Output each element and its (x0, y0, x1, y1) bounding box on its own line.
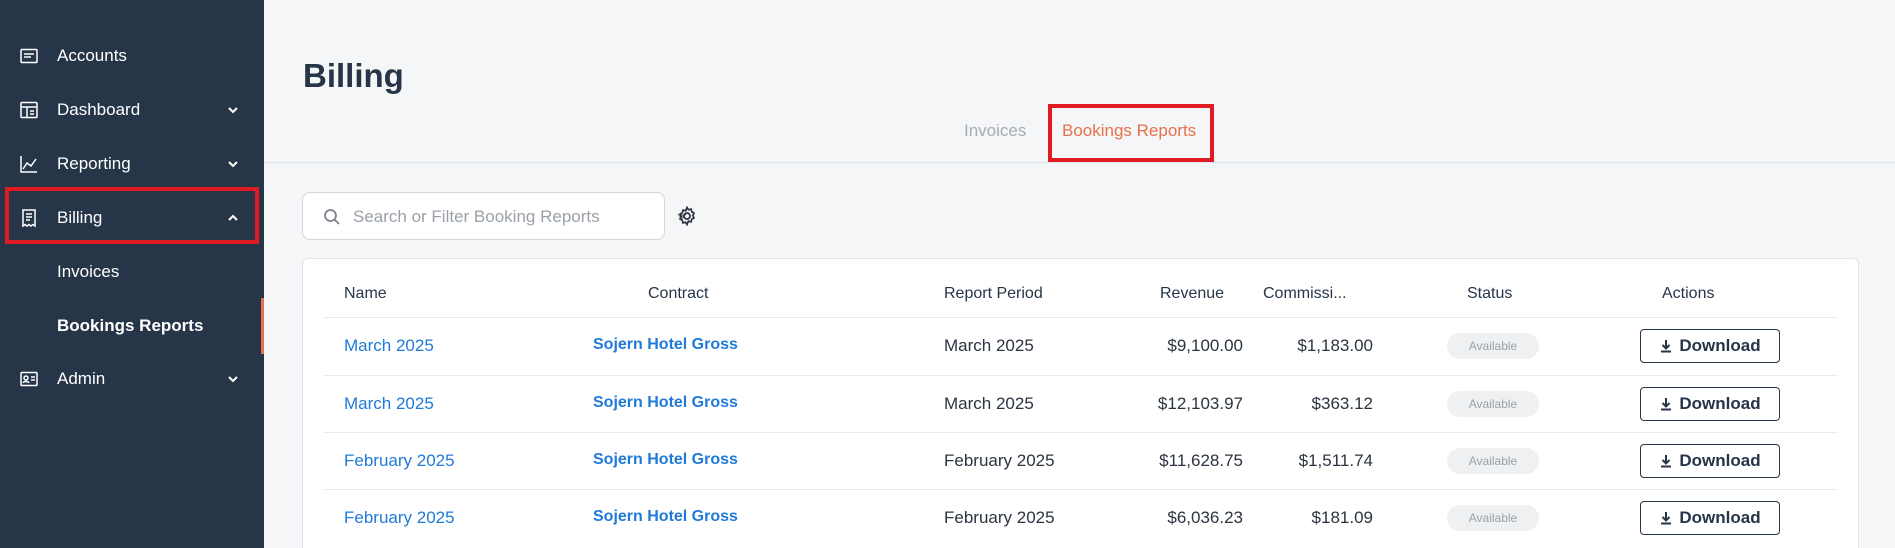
sidebar-item-accounts[interactable]: Accounts (0, 29, 264, 83)
chevron-up-icon[interactable] (226, 211, 240, 225)
download-icon (1661, 455, 1672, 468)
chevron-down-icon[interactable] (226, 103, 240, 117)
sidebar-item-reporting[interactable]: Reporting (0, 137, 264, 191)
divider (264, 162, 1895, 163)
sidebar-subitem-bookings-reports[interactable]: Bookings Reports (0, 302, 264, 350)
chevron-down-icon[interactable] (226, 372, 240, 386)
commission-value: $1,183.00 (1297, 336, 1373, 355)
report-period: February 2025 (944, 508, 1055, 527)
report-name-link[interactable]: March 2025 (344, 336, 434, 356)
sidebar-item-label: Dashboard (57, 100, 141, 119)
tab-invoices[interactable]: Invoices (964, 121, 1026, 141)
download-icon (1661, 340, 1672, 353)
search-input[interactable]: Search or Filter Booking Reports (302, 192, 687, 240)
commission-value: $181.09 (1311, 508, 1373, 527)
chevron-down-icon[interactable] (226, 157, 240, 171)
table-row: March 2025 Sojern Hotel Gross March 2025… (323, 375, 1838, 432)
download-label: Download (1679, 394, 1761, 413)
contract-link[interactable]: Sojern Hotel Gross (593, 451, 738, 469)
column-header-status[interactable]: Status (1467, 285, 1512, 303)
gear-icon[interactable] (677, 205, 697, 227)
sidebar-item-label: Admin (57, 369, 106, 388)
status-badge: Available (1447, 333, 1539, 359)
column-header-actions: Actions (1662, 285, 1715, 302)
table-row: February 2025 Sojern Hotel Gross Februar… (323, 489, 1838, 546)
download-icon (1661, 512, 1672, 525)
admin-icon (19, 369, 39, 389)
tab-bookings-reports[interactable]: Bookings Reports (1062, 121, 1196, 141)
column-header-revenue[interactable]: Revenue (1160, 285, 1224, 303)
sidebar-subitem-label: Bookings Reports (57, 316, 204, 335)
bookings-table: Name Contract Report Period Revenue Comm… (302, 258, 1859, 548)
download-button[interactable]: Download (1640, 501, 1780, 535)
column-header-name[interactable]: Name (344, 285, 387, 303)
contract-link[interactable]: Sojern Hotel Gross (593, 394, 738, 412)
contract-link[interactable]: Sojern Hotel Gross (593, 508, 738, 526)
sidebar-item-billing[interactable]: Billing (0, 191, 264, 245)
sidebar-item-dashboard[interactable]: Dashboard (0, 83, 264, 137)
commission-value: $1,511.74 (1298, 451, 1373, 470)
column-header-report-period[interactable]: Report Period (944, 285, 1043, 303)
contract-link[interactable]: Sojern Hotel Gross (593, 336, 738, 354)
status-badge: Available (1447, 448, 1539, 474)
revenue-value: $9,100.00 (1167, 336, 1243, 355)
accounts-icon (19, 46, 39, 66)
report-period: February 2025 (944, 451, 1055, 470)
column-header-commission[interactable]: Commissi... (1263, 285, 1347, 303)
commission-value: $363.12 (1311, 394, 1373, 413)
report-name-link[interactable]: February 2025 (344, 451, 455, 471)
column-header-contract[interactable]: Contract (648, 285, 708, 303)
report-period: March 2025 (944, 394, 1034, 413)
sidebar-item-label: Reporting (57, 154, 131, 173)
search-icon (323, 208, 341, 226)
report-name-link[interactable]: February 2025 (344, 508, 455, 528)
status-badge: Available (1447, 391, 1539, 417)
revenue-value: $6,036.23 (1167, 508, 1243, 527)
download-icon (1661, 398, 1672, 411)
table-row: March 2025 Sojern Hotel Gross March 2025… (323, 317, 1838, 374)
download-label: Download (1679, 508, 1761, 527)
sidebar-item-label: Billing (57, 208, 103, 227)
main-content: Billing Invoices Bookings Reports Search… (264, 0, 1895, 548)
reporting-icon (19, 154, 39, 174)
sidebar-subitem-invoices[interactable]: Invoices (0, 248, 264, 296)
revenue-value: $12,103.97 (1157, 394, 1243, 413)
report-period: March 2025 (944, 336, 1034, 355)
download-label: Download (1679, 336, 1761, 355)
status-badge: Available (1447, 505, 1539, 531)
download-button[interactable]: Download (1640, 387, 1780, 421)
dashboard-icon (19, 100, 39, 120)
revenue-value: $11,628.75 (1159, 451, 1243, 470)
billing-icon (19, 208, 39, 228)
download-label: Download (1679, 451, 1761, 470)
download-button[interactable]: Download (1640, 444, 1780, 478)
report-name-link[interactable]: March 2025 (344, 394, 434, 414)
table-row: February 2025 Sojern Hotel Gross Februar… (323, 432, 1838, 489)
sidebar-item-label: Accounts (57, 46, 127, 65)
sidebar-subitem-label: Invoices (57, 262, 120, 281)
download-button[interactable]: Download (1640, 329, 1780, 363)
sidebar-item-admin[interactable]: Admin (0, 352, 264, 406)
sidebar: Accounts Dashboard Reporting Billing Inv… (0, 0, 264, 548)
search-placeholder: Search or Filter Booking Reports (353, 207, 600, 226)
page-title: Billing (303, 57, 404, 94)
